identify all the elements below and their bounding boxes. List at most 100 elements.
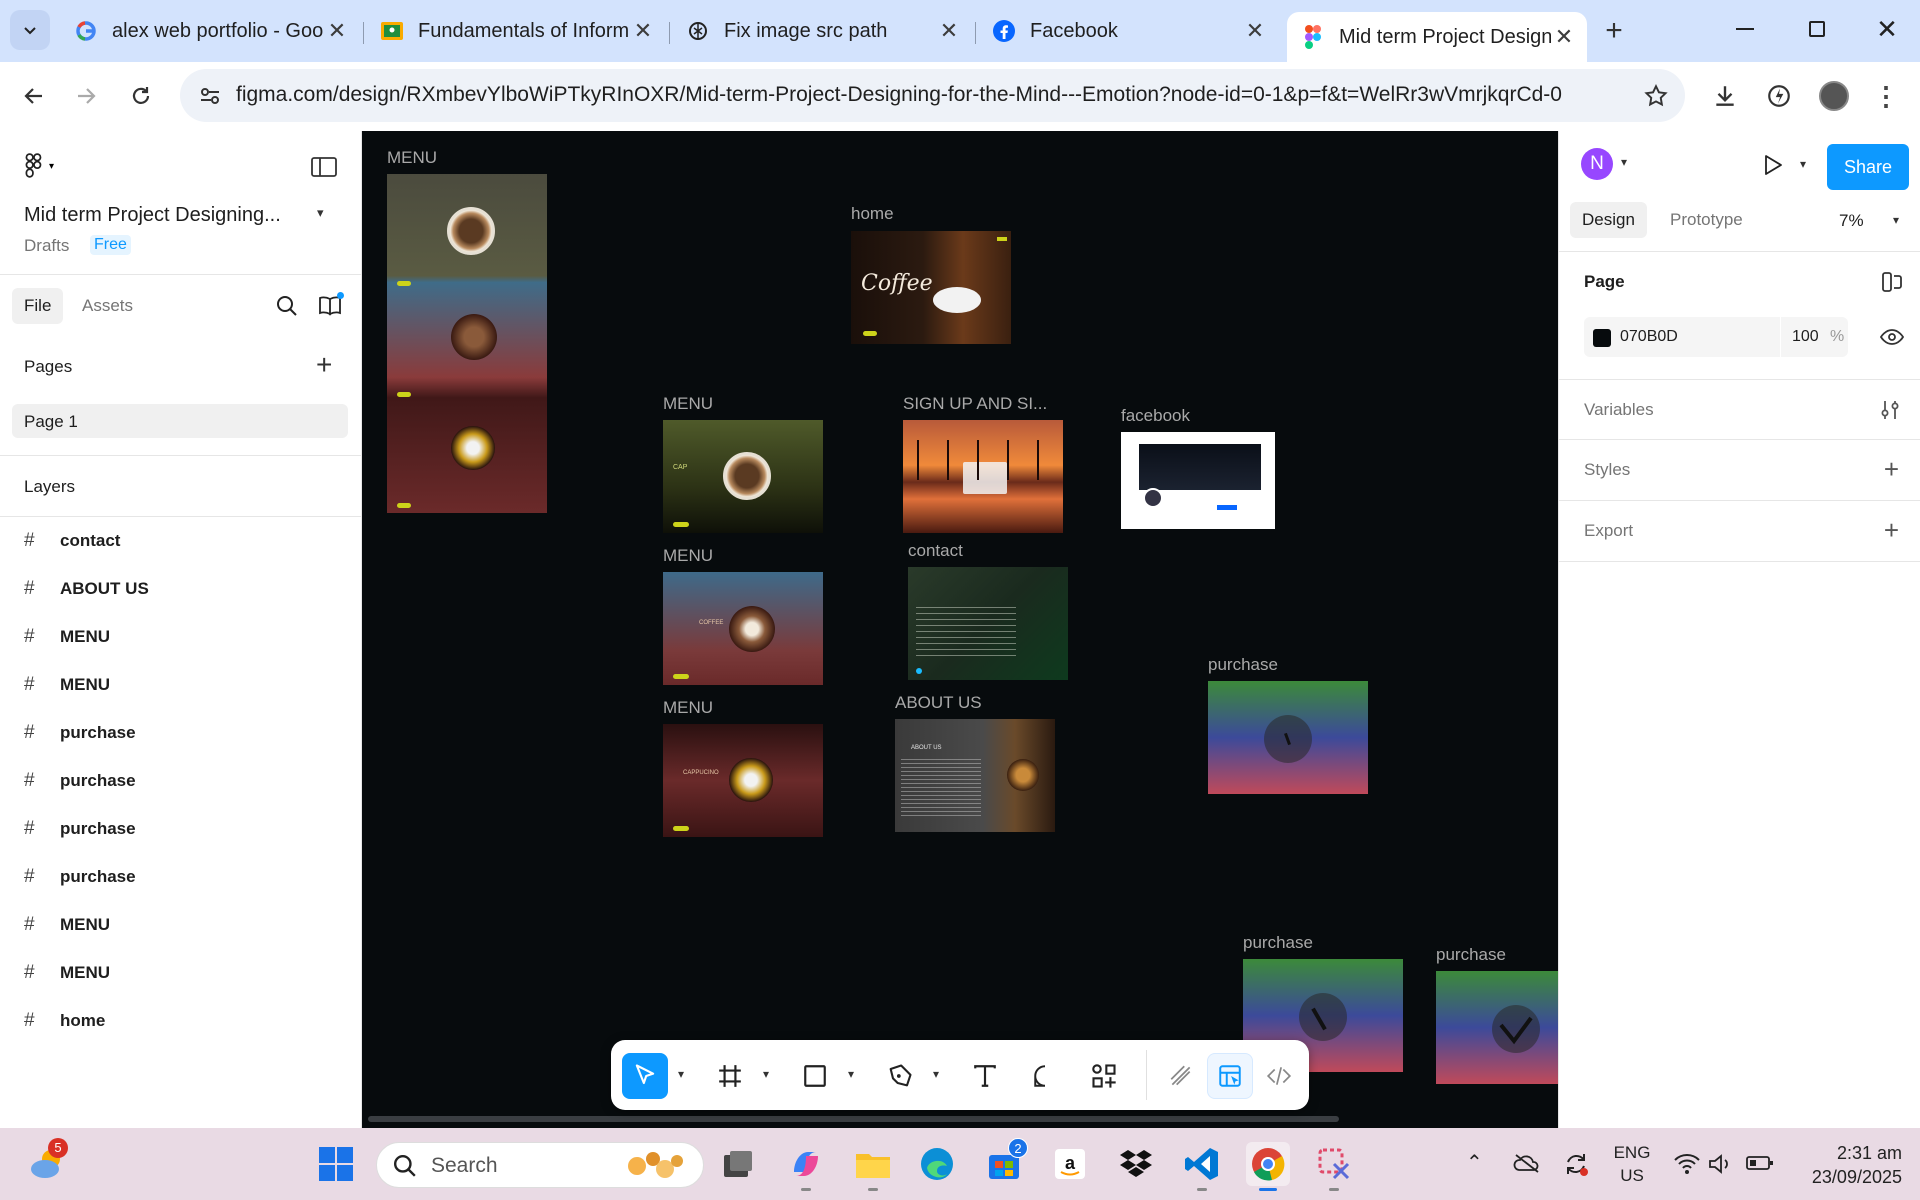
- layer-item[interactable]: # purchase: [24, 814, 136, 844]
- download-icon[interactable]: [1705, 76, 1745, 116]
- bookmark-star-icon[interactable]: [1643, 83, 1669, 109]
- frame-label[interactable]: purchase: [1436, 945, 1506, 965]
- figma-canvas[interactable]: MENU home Coffee MENU CAP SIGN UP AND SI…: [362, 131, 1558, 1128]
- add-export-button[interactable]: +: [1884, 515, 1899, 546]
- close-tab-icon[interactable]: ✕: [324, 18, 350, 44]
- chevron-down-icon[interactable]: ▾: [678, 1067, 684, 1081]
- layer-item[interactable]: # purchase: [24, 862, 136, 892]
- minimize-icon[interactable]: [1736, 28, 1754, 30]
- browser-tab[interactable]: Fix image src path ✕: [672, 12, 972, 50]
- canvas-horizontal-scrollbar[interactable]: [368, 1116, 1339, 1122]
- page-item[interactable]: Page 1: [12, 404, 348, 438]
- restore-icon[interactable]: [1809, 21, 1825, 37]
- layer-item[interactable]: # MENU: [24, 958, 110, 988]
- browser-tab[interactable]: Facebook ✕: [978, 12, 1278, 50]
- variables-settings-icon[interactable]: [1879, 399, 1901, 421]
- frame-label[interactable]: MENU: [387, 148, 437, 168]
- signup-frame[interactable]: [903, 420, 1063, 533]
- toggle-sidebar-icon[interactable]: [311, 157, 337, 177]
- language-indicator[interactable]: ENG US: [1612, 1141, 1652, 1187]
- reload-button[interactable]: [121, 76, 161, 116]
- home-frame[interactable]: Coffee: [851, 231, 1011, 344]
- browser-tab[interactable]: Fundamentals of Informa ✕: [366, 12, 666, 50]
- frame-label[interactable]: SIGN UP AND SI...: [903, 394, 1047, 414]
- styles-label[interactable]: Styles: [1584, 460, 1630, 480]
- clock[interactable]: 2:31 am 23/09/2025: [1790, 1141, 1902, 1189]
- menu-frame[interactable]: CAPPUCINO: [663, 724, 823, 837]
- layer-item[interactable]: # purchase: [24, 766, 136, 796]
- figma-main-menu-icon[interactable]: ▾: [25, 153, 54, 179]
- page-toggle-icon[interactable]: [1881, 271, 1903, 293]
- file-explorer-icon[interactable]: [851, 1142, 895, 1191]
- actions-button[interactable]: [1081, 1053, 1127, 1099]
- volume-icon[interactable]: [1708, 1153, 1734, 1175]
- chevron-down-icon[interactable]: ▾: [763, 1067, 769, 1081]
- frame-label[interactable]: contact: [908, 541, 963, 561]
- dev-mode-button[interactable]: [1256, 1053, 1302, 1099]
- frame-label[interactable]: MENU: [663, 394, 713, 414]
- forward-button[interactable]: [66, 76, 106, 116]
- browser-tab[interactable]: alex web portfolio - Goog ✕: [60, 12, 360, 50]
- pen-tool-button[interactable]: [877, 1053, 923, 1099]
- facebook-frame[interactable]: [1121, 432, 1275, 529]
- weather-widget[interactable]: 5: [26, 1138, 70, 1186]
- close-tab-icon[interactable]: ✕: [630, 18, 656, 44]
- dropbox-icon[interactable]: [1114, 1142, 1158, 1186]
- frame-label[interactable]: facebook: [1121, 406, 1190, 426]
- browser-tab-active[interactable]: Mid term Project Designi ✕: [1287, 12, 1587, 62]
- profile-avatar[interactable]: [1819, 81, 1849, 111]
- page-color-field[interactable]: 070B0D 100 %: [1584, 317, 1848, 357]
- color-swatch[interactable]: [1593, 329, 1611, 347]
- amazon-icon[interactable]: a: [1048, 1142, 1092, 1186]
- show-hidden-icons[interactable]: ⌃: [1466, 1150, 1483, 1175]
- opacity-value[interactable]: 100: [1792, 328, 1819, 346]
- drafts-label[interactable]: Drafts: [24, 236, 69, 256]
- copilot-icon[interactable]: [784, 1142, 828, 1191]
- about-frame[interactable]: ABOUT US: [895, 719, 1055, 832]
- sync-icon[interactable]: [1562, 1150, 1590, 1178]
- chevron-down-icon[interactable]: ▾: [933, 1067, 939, 1081]
- tab-assets[interactable]: Assets: [82, 288, 133, 324]
- eye-icon[interactable]: [1880, 327, 1904, 347]
- task-view-icon[interactable]: [716, 1142, 760, 1186]
- vscode-icon[interactable]: [1180, 1142, 1224, 1191]
- chrome-icon[interactable]: [1246, 1142, 1290, 1191]
- user-avatar[interactable]: N: [1581, 148, 1613, 180]
- layer-item[interactable]: # MENU: [24, 670, 110, 700]
- chevron-down-icon[interactable]: ▾: [1621, 155, 1627, 169]
- close-tab-icon[interactable]: ✕: [1242, 18, 1268, 44]
- url-text[interactable]: figma.com/design/RXmbevYlboWiPTkyRInOXR/…: [236, 83, 1562, 107]
- frame-label[interactable]: MENU: [663, 546, 713, 566]
- frame-label[interactable]: MENU: [663, 698, 713, 718]
- taskbar-search-box[interactable]: Search: [376, 1142, 704, 1188]
- start-button[interactable]: [314, 1142, 358, 1186]
- share-button[interactable]: Share: [1827, 144, 1909, 190]
- chevron-down-icon[interactable]: ▾: [1893, 213, 1899, 227]
- layer-item[interactable]: # purchase: [24, 718, 136, 748]
- search-icon[interactable]: [276, 295, 298, 317]
- wifi-icon[interactable]: [1674, 1153, 1700, 1175]
- contact-frame[interactable]: [908, 567, 1068, 680]
- snipping-tool-icon[interactable]: [1312, 1142, 1356, 1191]
- shape-tool-button[interactable]: [792, 1053, 838, 1099]
- library-icon[interactable]: [318, 292, 344, 318]
- new-tab-button[interactable]: +: [1596, 14, 1632, 50]
- microsoft-store-icon[interactable]: 2: [982, 1138, 1028, 1186]
- tab-search-dropdown[interactable]: [10, 10, 50, 50]
- add-style-button[interactable]: +: [1884, 454, 1899, 485]
- add-page-button[interactable]: +: [316, 349, 332, 381]
- omnibox[interactable]: figma.com/design/RXmbevYlboWiPTkyRInOXR/…: [180, 69, 1685, 122]
- comment-tool-button[interactable]: [1022, 1053, 1068, 1099]
- frame-tool-button[interactable]: [707, 1053, 753, 1099]
- color-hex[interactable]: 070B0D: [1620, 328, 1678, 346]
- file-title[interactable]: Mid term Project Designing...: [24, 204, 281, 227]
- purchase-frame[interactable]: [1208, 681, 1368, 794]
- more-options-icon[interactable]: ⋮: [1866, 76, 1906, 116]
- layer-item[interactable]: # MENU: [24, 910, 110, 940]
- layer-item[interactable]: # home: [24, 1006, 105, 1036]
- tab-design[interactable]: Design: [1570, 202, 1647, 238]
- site-settings-icon[interactable]: [198, 84, 222, 108]
- menu-frame-stack[interactable]: [387, 174, 547, 513]
- close-tab-icon[interactable]: ✕: [936, 18, 962, 44]
- tab-file[interactable]: File: [12, 288, 64, 324]
